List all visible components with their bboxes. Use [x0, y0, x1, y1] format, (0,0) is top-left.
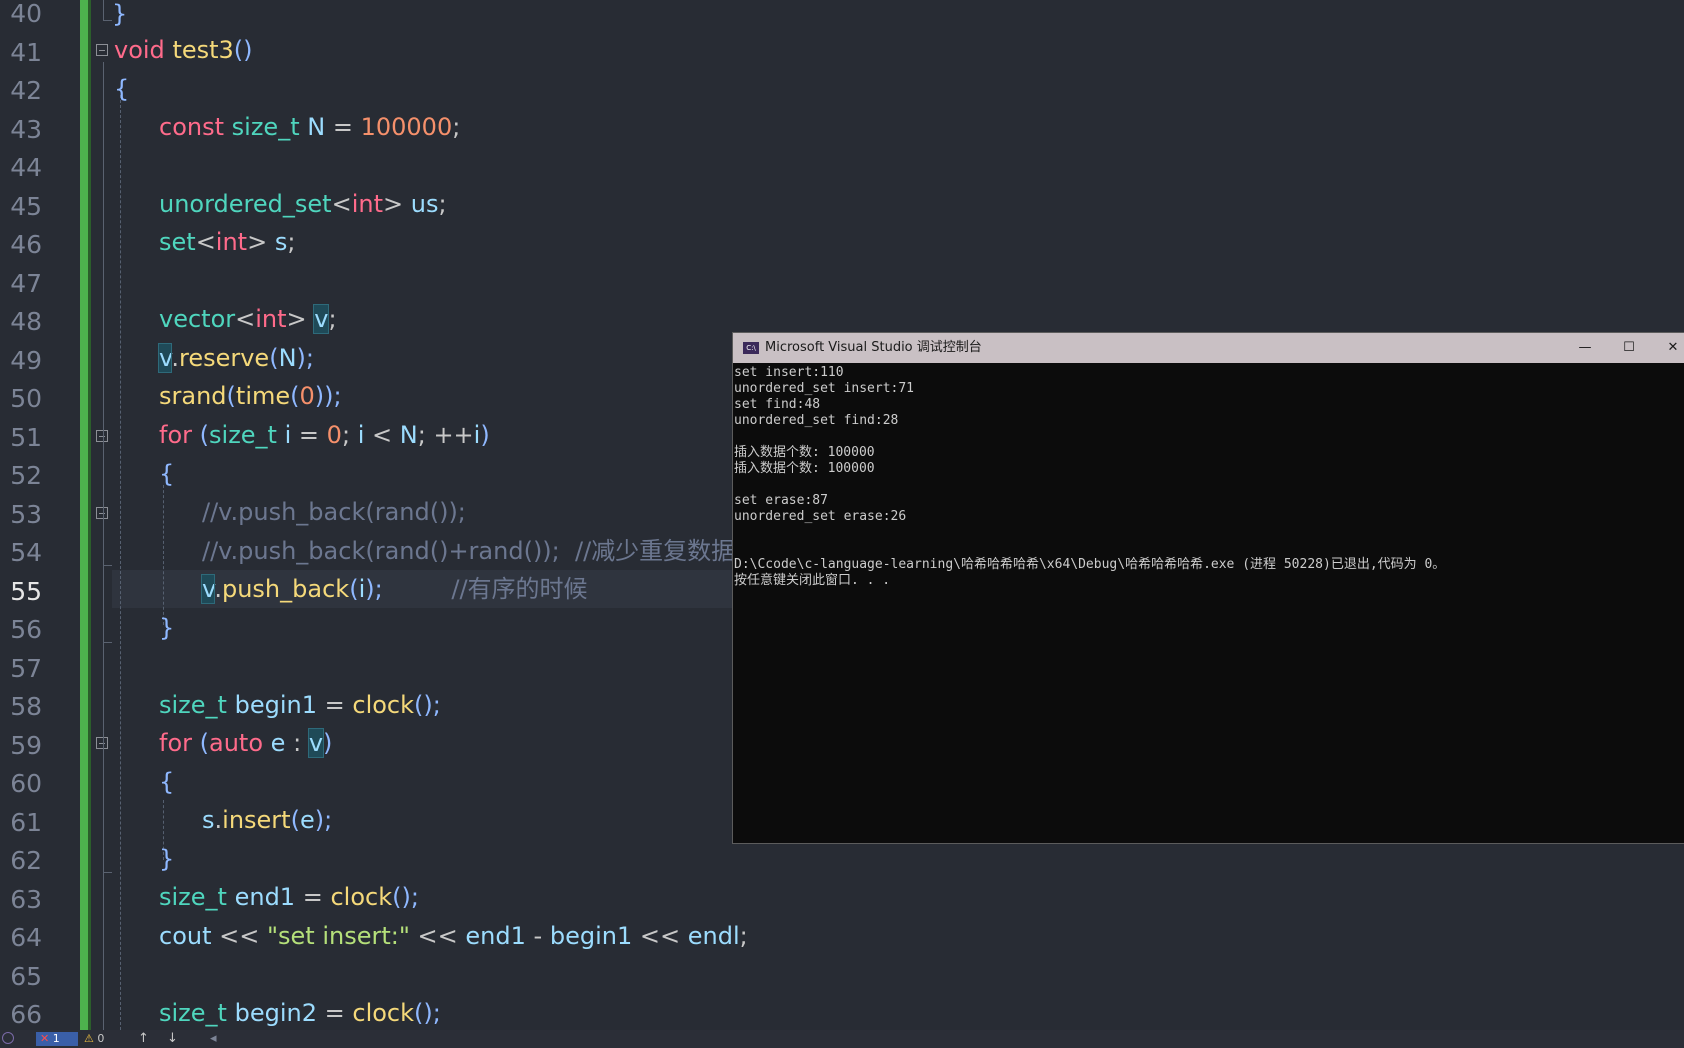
warning-icon: ⚠ — [84, 1032, 94, 1045]
code-line-41: void test3() — [114, 36, 253, 64]
fold-toggle-icon[interactable] — [96, 737, 108, 749]
line-number: 48 — [10, 307, 42, 336]
code-line-51: for (size_t i = 0; i < N; ++i) — [159, 421, 490, 449]
line-number: 40 — [10, 0, 42, 28]
line-number: 56 — [10, 615, 42, 644]
intellisense-icon[interactable] — [2, 1032, 14, 1044]
console-line: D:\Ccode\c-language-learning\哈希哈希哈希\x64\… — [734, 557, 1446, 572]
indent-guide — [163, 485, 164, 625]
console-line: set find:48 — [734, 397, 821, 412]
error-count-badge[interactable]: ✕ 1 — [36, 1032, 78, 1046]
code-line-50: srand(time(0)); — [159, 382, 342, 410]
error-count: 1 — [52, 1032, 60, 1045]
console-output[interactable]: set insert:110 unordered_set insert:71 set… — [733, 364, 1684, 843]
code-line-61: s.insert(e); — [202, 806, 333, 834]
code-line-64: cout << "set insert:" << end1 - begin1 <… — [159, 922, 748, 950]
line-number: 41 — [10, 37, 42, 67]
code-line-45: unordered_set<int> us; — [159, 190, 447, 218]
line-number: 43 — [10, 114, 42, 144]
line-number: 54 — [10, 538, 42, 567]
error-icon: ✕ — [40, 1032, 50, 1045]
line-number: 45 — [10, 191, 42, 221]
console-line: set insert:110 — [734, 365, 844, 380]
code-line-53: //v.push_back(rand()); — [202, 498, 466, 526]
console-line: unordered_set erase:26 — [734, 509, 907, 524]
editor-status-bar: ✕ 1 ⚠ 0 ↑ ↓ ◂ — [0, 1030, 1684, 1048]
code-line-43: const size_t N = 100000; — [159, 113, 461, 141]
line-number: 57 — [10, 653, 42, 683]
code-line-63: size_t end1 = clock(); — [159, 883, 419, 911]
line-number: 52 — [10, 461, 42, 490]
line-number: 44 — [10, 153, 42, 182]
console-line: 插入数据个数: 100000 — [734, 461, 875, 476]
warning-count-badge[interactable]: ⚠ 0 — [84, 1032, 104, 1046]
code-line-62: } — [159, 845, 175, 873]
console-line: 插入数据个数: 100000 — [734, 445, 875, 460]
line-number: 58 — [10, 692, 42, 721]
console-titlebar[interactable]: C:\ Microsoft Visual Studio 调试控制台 — ☐ ✕ — [733, 333, 1684, 363]
line-number: 55 — [10, 576, 42, 606]
change-tracking-bar — [80, 0, 88, 1030]
line-number: 66 — [10, 1000, 42, 1029]
next-issue-icon[interactable]: ↓ — [167, 1030, 178, 1048]
line-number: 42 — [10, 76, 42, 105]
debug-console-window[interactable]: C:\ Microsoft Visual Studio 调试控制台 — ☐ ✕ … — [732, 332, 1684, 844]
fold-toggle-icon[interactable] — [96, 44, 108, 56]
code-line-60: { — [159, 768, 175, 796]
code-line-58: size_t begin1 = clock(); — [159, 691, 441, 719]
scope-line-end — [103, 20, 112, 21]
warning-count: 0 — [97, 1032, 105, 1045]
scope-line-end — [103, 872, 112, 873]
line-number: 65 — [10, 961, 42, 991]
line-number: 62 — [10, 846, 42, 875]
code-line-59: for (auto e : v) — [159, 728, 333, 758]
close-icon[interactable]: ✕ — [1651, 333, 1684, 363]
console-line: 按任意键关闭此窗口. . . — [734, 573, 891, 588]
code-line-66: size_t begin2 = clock(); — [159, 999, 441, 1027]
previous-issue-icon[interactable]: ↑ — [138, 1030, 149, 1048]
line-number: 64 — [10, 923, 42, 952]
console-line: unordered_set find:28 — [734, 413, 899, 428]
fold-toggle-icon[interactable] — [96, 507, 108, 519]
line-number: 59 — [10, 730, 42, 760]
line-number: 63 — [10, 884, 42, 914]
line-number: 60 — [10, 769, 42, 798]
console-line: unordered_set insert:71 — [734, 381, 915, 396]
line-number: 51 — [10, 422, 42, 452]
scroll-left-icon[interactable]: ◂ — [210, 1030, 217, 1048]
code-line-56: } — [159, 614, 175, 642]
line-number: 61 — [10, 807, 42, 837]
code-line-42: { — [114, 75, 130, 103]
scope-line — [103, 0, 104, 20]
console-line: set erase:87 — [734, 493, 828, 508]
code-line-40: } — [112, 0, 128, 28]
code-line-49: v.reserve(N); — [157, 343, 314, 373]
code-line-55: v.push_back(i); //有序的时候 — [200, 574, 588, 604]
scope-line — [103, 62, 104, 1030]
line-number: 49 — [10, 345, 42, 375]
line-number: 47 — [10, 268, 42, 298]
minimize-icon[interactable]: — — [1563, 333, 1607, 363]
code-line-52: { — [159, 460, 175, 488]
code-line-48: vector<int> v; — [159, 304, 337, 334]
code-line-54: //v.push_back(rand()+rand()); //减少重复数据 — [202, 537, 736, 565]
change-tracking-bar-edge — [88, 0, 91, 1030]
line-number: 50 — [10, 384, 42, 413]
line-number: 46 — [10, 230, 42, 259]
code-line-46: set<int> s; — [159, 228, 296, 256]
fold-toggle-icon[interactable] — [96, 430, 108, 442]
scope-line-end — [103, 642, 112, 643]
scope-line-end — [103, 565, 112, 566]
line-number: 53 — [10, 499, 42, 529]
console-title: Microsoft Visual Studio 调试控制台 — [765, 340, 982, 355]
maximize-icon[interactable]: ☐ — [1607, 333, 1651, 363]
indent-guide — [120, 95, 121, 1030]
console-app-icon: C:\ — [743, 342, 759, 354]
